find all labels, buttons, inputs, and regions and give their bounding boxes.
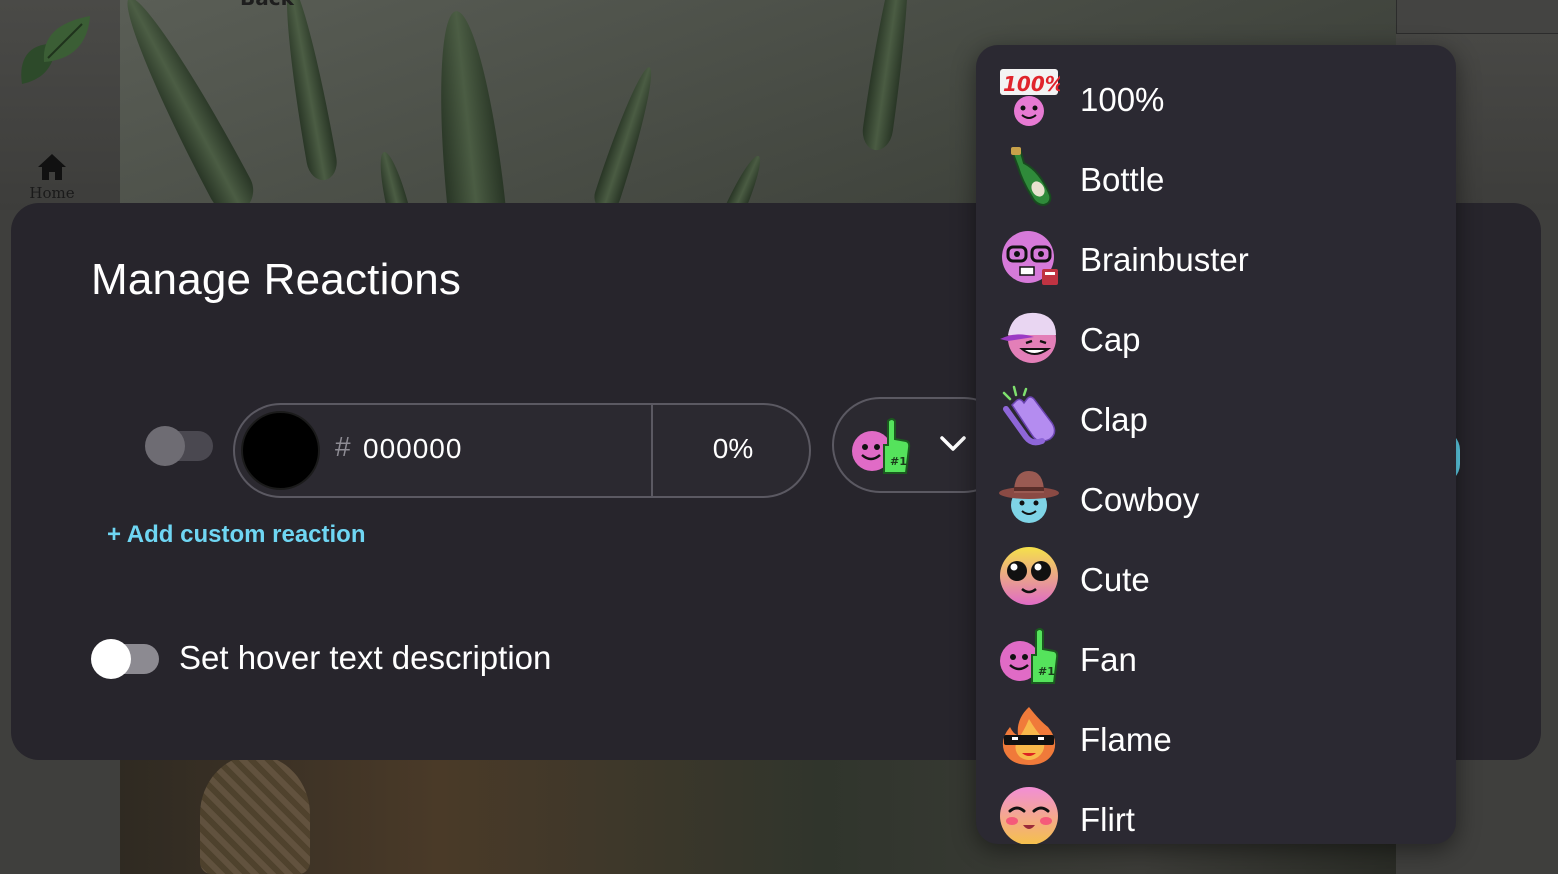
menu-item-flirt[interactable]: Flirt bbox=[976, 775, 1456, 844]
fan-icon: #1 bbox=[1000, 628, 1059, 684]
menu-item-label: Cap bbox=[1080, 321, 1141, 358]
cap-icon bbox=[1000, 312, 1056, 363]
menu-item-label: Cute bbox=[1080, 561, 1150, 598]
menu-item-label: Flirt bbox=[1080, 801, 1135, 838]
add-custom-reaction-link[interactable]: + Add custom reaction bbox=[107, 521, 366, 549]
menu-item-label: Bottle bbox=[1080, 161, 1165, 198]
menu-item-bottle[interactable]: Bottle bbox=[976, 135, 1456, 215]
reaction-dropdown-menu: 100% 100% Bottle Brainbuster Cap Clap Co… bbox=[976, 45, 1456, 844]
menu-item-cap[interactable]: Cap bbox=[976, 295, 1456, 375]
menu-item-label: Brainbuster bbox=[1080, 241, 1249, 278]
color-swatch[interactable] bbox=[241, 411, 320, 490]
menu-item-flame[interactable]: Flame bbox=[976, 695, 1456, 775]
color-input-group: # 000000 0% bbox=[233, 403, 811, 498]
menu-item-clap[interactable]: Clap bbox=[976, 375, 1456, 455]
menu-item-fan[interactable]: #1 Fan bbox=[976, 615, 1456, 695]
flame-icon bbox=[1002, 707, 1056, 765]
background-basket bbox=[200, 755, 310, 874]
hover-text-label: Set hover text description bbox=[179, 639, 552, 676]
svg-text:100%: 100% bbox=[1003, 72, 1060, 96]
menu-item-label: Cowboy bbox=[1080, 481, 1200, 518]
home-icon bbox=[38, 154, 66, 180]
cowboy-icon bbox=[999, 471, 1059, 523]
bottle-icon bbox=[1010, 147, 1052, 207]
flirt-icon bbox=[1000, 787, 1058, 844]
chevron-down-icon bbox=[940, 436, 966, 451]
hover-text-toggle[interactable] bbox=[91, 639, 161, 679]
cute-icon bbox=[1000, 547, 1058, 605]
reaction-enable-toggle[interactable] bbox=[145, 426, 213, 466]
leaf-logo-icon bbox=[14, 14, 94, 86]
back-link[interactable]: Back bbox=[240, 0, 294, 10]
hex-color-input[interactable]: 000000 bbox=[363, 433, 462, 465]
svg-text:#1: #1 bbox=[890, 455, 907, 468]
menu-item-label: 100% bbox=[1080, 81, 1165, 118]
hundred-percent-icon: 100% bbox=[1000, 69, 1060, 126]
fan-icon: #1 bbox=[852, 418, 911, 474]
clap-icon bbox=[1002, 385, 1056, 446]
menu-item-brainbuster[interactable]: Brainbuster bbox=[976, 215, 1456, 295]
opacity-input[interactable]: 0% bbox=[653, 433, 813, 465]
menu-item-label: Flame bbox=[1080, 721, 1172, 758]
modal-title: Manage Reactions bbox=[91, 255, 462, 304]
background-frame-edge bbox=[1396, 0, 1558, 34]
svg-text:#1: #1 bbox=[1038, 665, 1055, 678]
menu-item-label: Fan bbox=[1080, 641, 1137, 678]
menu-item-cute[interactable]: Cute bbox=[976, 535, 1456, 615]
home-nav[interactable]: Home bbox=[22, 152, 82, 202]
menu-item-100[interactable]: 100% 100% bbox=[976, 55, 1456, 135]
hash-symbol: # bbox=[335, 431, 351, 462]
brainbuster-icon bbox=[1002, 231, 1058, 285]
menu-item-cowboy[interactable]: Cowboy bbox=[976, 455, 1456, 535]
menu-item-label: Clap bbox=[1080, 401, 1148, 438]
home-label: Home bbox=[29, 184, 75, 202]
